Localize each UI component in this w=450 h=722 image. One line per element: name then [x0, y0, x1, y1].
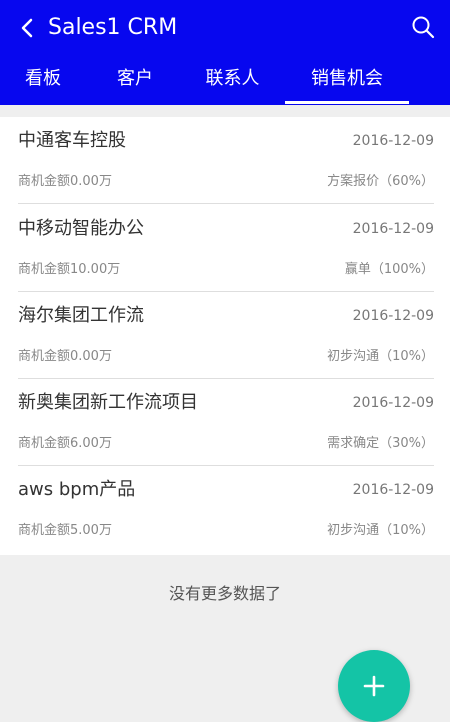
opportunity-name: 海尔集团工作流	[18, 305, 144, 326]
title-bar: Sales1 CRM	[0, 0, 450, 56]
opportunity-date: 2016-12-09	[352, 133, 434, 149]
opportunity-stage: 方案报价（60%）	[327, 174, 434, 189]
opportunity-name: 中移动智能办公	[18, 218, 144, 239]
opportunity-amount: 商机金额0.00万	[18, 349, 112, 364]
opportunity-date: 2016-12-09	[352, 482, 434, 498]
opportunity-name: 新奥集团新工作流项目	[18, 392, 198, 413]
app-header: Sales1 CRM 看板 客户 联系人 销售机会	[0, 0, 450, 105]
back-arrow-icon[interactable]	[14, 14, 42, 42]
list-item[interactable]: 海尔集团工作流 2016-12-09 商机金额0.00万 初步沟通（10%）	[0, 292, 450, 379]
opportunity-amount: 商机金额0.00万	[18, 174, 112, 189]
opportunity-amount: 商机金额6.00万	[18, 436, 112, 451]
opportunity-name: aws bpm产品	[18, 479, 136, 500]
page-title: Sales1 CRM	[48, 15, 178, 40]
tab-opportunities[interactable]: 销售机会	[292, 64, 402, 94]
opportunity-date: 2016-12-09	[352, 221, 434, 237]
no-more-data-text: 没有更多数据了	[168, 584, 281, 603]
opportunity-stage: 需求确定（30%）	[327, 436, 434, 451]
tab-bar: 看板 客户 联系人 销售机会	[0, 56, 450, 105]
search-icon[interactable]	[410, 14, 436, 40]
list-item[interactable]: aws bpm产品 2016-12-09 商机金额5.00万 初步沟通（10%）	[0, 466, 450, 553]
tab-customers[interactable]: 客户	[100, 64, 170, 94]
tab-dashboard[interactable]: 看板	[8, 64, 78, 94]
opportunity-date: 2016-12-09	[352, 308, 434, 324]
opportunity-amount: 商机金额10.00万	[18, 262, 121, 277]
opportunity-stage: 初步沟通（10%）	[327, 523, 434, 538]
opportunity-date: 2016-12-09	[352, 395, 434, 411]
list-item[interactable]: 新奥集团新工作流项目 2016-12-09 商机金额6.00万 需求确定（30%…	[0, 379, 450, 466]
divider	[18, 203, 434, 204]
opportunity-name: 中通客车控股	[18, 130, 126, 151]
active-tab-indicator	[285, 101, 409, 104]
tab-contacts[interactable]: 联系人	[190, 64, 275, 94]
add-opportunity-button[interactable]	[338, 650, 410, 722]
plus-icon	[363, 675, 385, 697]
opportunity-list: 中通客车控股 2016-12-09 商机金额0.00万 方案报价（60%） 中移…	[0, 117, 450, 555]
list-item[interactable]: 中通客车控股 2016-12-09 商机金额0.00万 方案报价（60%）	[0, 117, 450, 204]
list-item[interactable]: 中移动智能办公 2016-12-09 商机金额10.00万 赢单（100%）	[0, 205, 450, 292]
opportunity-amount: 商机金额5.00万	[18, 523, 112, 538]
opportunity-stage: 初步沟通（10%）	[327, 349, 434, 364]
opportunity-stage: 赢单（100%）	[344, 262, 434, 277]
